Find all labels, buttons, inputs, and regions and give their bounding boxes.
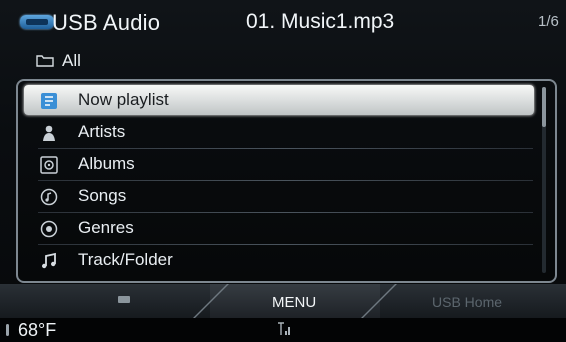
outside-temperature: 68°F xyxy=(18,320,57,340)
folder-icon xyxy=(36,55,54,67)
album-icon xyxy=(40,156,58,174)
page-indicator: 1/6 xyxy=(538,13,559,30)
softkey-bar: MENU USB Home xyxy=(0,284,566,318)
list-item-label: Genres xyxy=(78,218,134,237)
status-bar: 68°F xyxy=(0,318,566,342)
list-item-label: Albums xyxy=(78,154,135,173)
list-item-track-folder[interactable]: Track/Folder xyxy=(24,245,534,275)
genre-icon xyxy=(40,220,58,238)
song-icon xyxy=(40,188,58,206)
header-bar: USB Audio 01. Music1.mp3 1/6 xyxy=(0,0,566,42)
playlist-icon xyxy=(41,93,57,109)
signal-icon xyxy=(278,322,290,335)
usb-home-softkey[interactable]: USB Home xyxy=(380,284,566,318)
list-item-now-playlist[interactable]: Now playlist xyxy=(24,85,534,115)
list-item-label: Now playlist xyxy=(78,90,169,109)
usb-icon xyxy=(20,15,54,29)
head-unit-screen: USB Audio 01. Music1.mp3 1/6 All Now pla… xyxy=(0,0,566,342)
list-item-label: Track/Folder xyxy=(78,250,173,269)
list-item-label: Artists xyxy=(78,122,126,141)
artist-icon xyxy=(43,125,55,141)
list-item-genres[interactable]: Genres xyxy=(24,213,534,243)
list-scrollbar-thumb[interactable] xyxy=(542,87,546,127)
list-item-artists[interactable]: Artists xyxy=(24,117,534,147)
track-title: 01. Music1.mp3 xyxy=(246,10,395,33)
music-note-icon xyxy=(42,252,56,269)
menu-softkey-label: MENU xyxy=(272,294,317,311)
list-item-albums[interactable]: Albums xyxy=(24,149,534,179)
list-item-label: Songs xyxy=(78,186,127,205)
usb-home-softkey-label: USB Home xyxy=(432,294,503,310)
media-list-panel: Now playlist Artists Albums Songs Genres… xyxy=(16,79,557,283)
softkey-left[interactable] xyxy=(0,284,210,318)
category-label: All xyxy=(62,51,81,70)
softkey-left-icon xyxy=(118,296,130,303)
thermometer-icon xyxy=(6,324,9,336)
source-label: USB Audio xyxy=(52,10,161,35)
list-item-songs[interactable]: Songs xyxy=(24,181,534,211)
menu-softkey[interactable]: MENU xyxy=(210,284,380,318)
